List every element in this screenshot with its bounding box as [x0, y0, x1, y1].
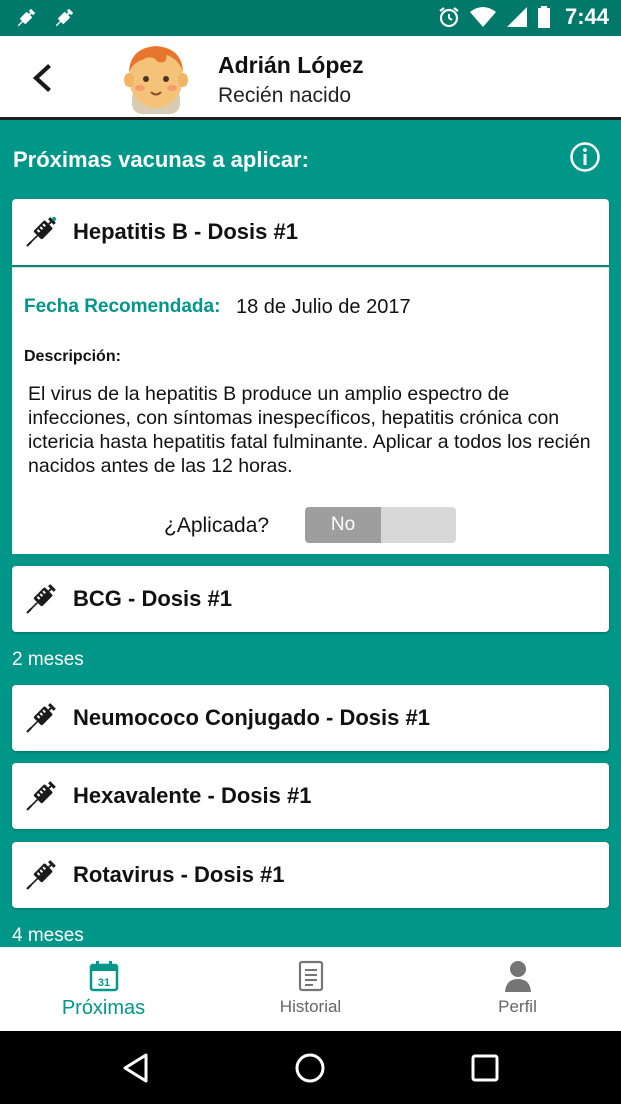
calendar-icon: 31 [89, 961, 118, 992]
vaccine-title: Hepatitis B - Dosis #1 [73, 219, 298, 244]
syringe-notification-icon [17, 8, 36, 27]
back-button[interactable] [22, 58, 62, 98]
back-triangle-icon[interactable] [119, 1051, 153, 1085]
applied-toggle-value: No [305, 507, 381, 543]
syringe-icon [26, 584, 56, 614]
applied-label: ¿Aplicada? [164, 514, 270, 537]
vaccine-details: Fecha Recomendada: 18 de Julio de 2017 D… [12, 267, 609, 554]
home-circle-icon[interactable] [293, 1051, 327, 1085]
arrow-back-icon [32, 64, 51, 92]
description-text: El virus de la hepatitis B produce un am… [28, 383, 591, 477]
child-age: Recién nacido [218, 84, 352, 107]
vaccine-title: BCG - Dosis #1 [73, 586, 232, 611]
vaccine-title: Neumococo Conjugado - Dosis #1 [73, 705, 430, 730]
recommended-date-value: 18 de Julio de 2017 [236, 296, 411, 318]
bottom-navigation: 31 Próximas Historial Perfil [0, 947, 621, 1031]
nav-proximas-label: Próximas [61, 997, 146, 1019]
vaccine-card-hepatitis-b[interactable]: Hepatitis B - Dosis #1 [12, 199, 609, 265]
vaccine-title: Hexavalente - Dosis #1 [73, 783, 312, 808]
wifi-icon [469, 7, 496, 27]
vaccine-card-bcg[interactable]: BCG - Dosis #1 [12, 566, 609, 632]
vaccine-card-hexavalente[interactable]: Hexavalente - Dosis #1 [12, 763, 609, 829]
nav-historial-label: Historial [279, 997, 342, 1016]
nav-proximas[interactable]: 31 Próximas [0, 947, 207, 1031]
section-title: Próximas vacunas a aplicar: [13, 147, 309, 172]
group-label-4-meses: 4 meses [12, 925, 84, 946]
recommended-date-label: Fecha Recomendada: [24, 296, 221, 317]
baby-avatar[interactable] [122, 42, 190, 114]
child-name: Adrián López [218, 52, 364, 78]
nav-perfil-label: Perfil [498, 997, 537, 1016]
recents-square-icon[interactable] [468, 1051, 502, 1085]
description-label: Descripción: [24, 348, 121, 365]
vaccine-card-rotavirus[interactable]: Rotavirus - Dosis #1 [12, 842, 609, 908]
status-time: 7:44 [564, 4, 609, 29]
syringe-icon [26, 703, 56, 733]
vaccine-card-neumococo[interactable]: Neumococo Conjugado - Dosis #1 [12, 685, 609, 751]
vaccine-title: Rotavirus - Dosis #1 [73, 862, 285, 887]
system-navigation-bar [0, 1031, 621, 1104]
app-bar: Adrián López Recién nacido [0, 36, 621, 120]
document-icon [298, 960, 323, 992]
applied-toggle[interactable]: No [305, 507, 456, 543]
syringe-notification-icon [55, 8, 74, 27]
nav-historial[interactable]: Historial [207, 947, 414, 1031]
nav-perfil[interactable]: Perfil [414, 947, 621, 1031]
signal-icon [506, 7, 527, 27]
syringe-icon [26, 217, 56, 247]
calendar-day: 31 [97, 977, 109, 989]
info-icon[interactable] [569, 141, 601, 173]
alarm-icon [439, 7, 459, 28]
group-label-2-meses: 2 meses [12, 649, 84, 670]
syringe-icon [26, 860, 56, 890]
person-icon [504, 961, 531, 992]
vaccine-list[interactable]: Próximas vacunas a aplicar: Hepatitis B … [0, 123, 621, 947]
syringe-icon [26, 781, 56, 811]
status-bar: 7:44 [0, 0, 621, 36]
battery-icon [537, 6, 550, 28]
